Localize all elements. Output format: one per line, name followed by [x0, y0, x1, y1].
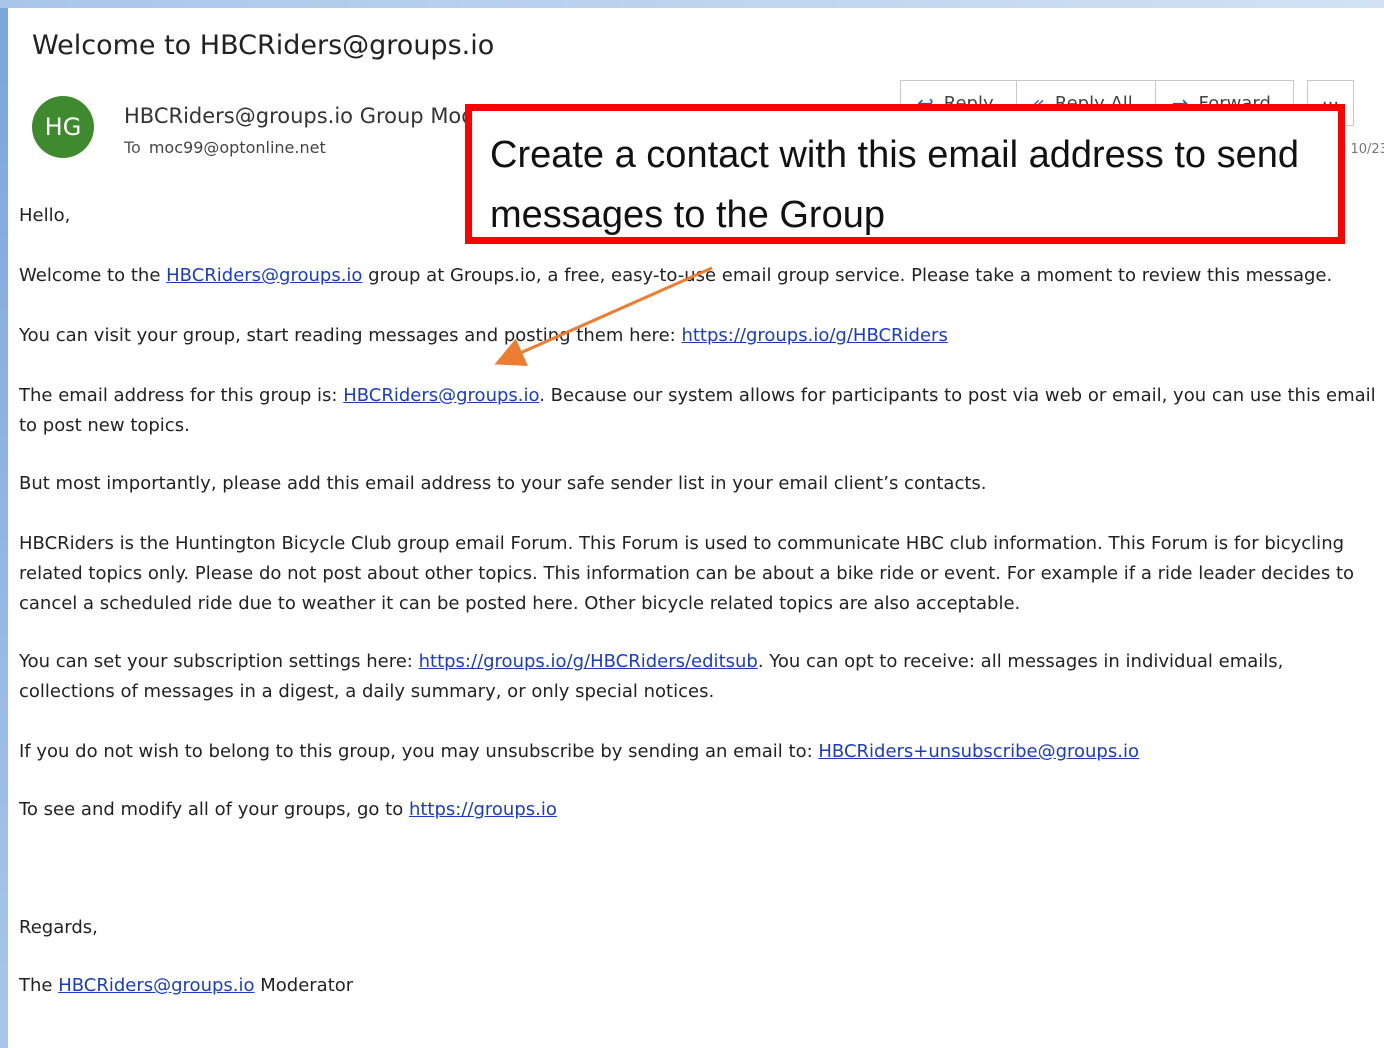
body-paragraph-email-address: The email address for this group is: HBC…: [19, 381, 1379, 441]
body-paragraph-visit: You can visit your group, start reading …: [19, 321, 948, 351]
text: If you do not wish to belong to this gro…: [19, 741, 819, 762]
text: Moderator: [254, 975, 354, 996]
group-email-link[interactable]: HBCRiders@groups.io: [166, 265, 362, 286]
to-label: To: [124, 138, 141, 157]
recipient-address[interactable]: moc99@optonline.net: [149, 138, 326, 157]
greeting: Hello,: [19, 205, 71, 226]
text: group at Groups.io, a free, easy-to-use …: [362, 265, 1333, 286]
text: To see and modify all of your groups, go…: [19, 799, 409, 820]
edit-subscription-link[interactable]: https://groups.io/g/HBCRiders/editsub: [419, 651, 758, 672]
signature: The HBCRiders@groups.io Moderator: [19, 971, 353, 1001]
body-paragraph-forum: HBCRiders is the Huntington Bicycle Club…: [19, 533, 1355, 614]
unsubscribe-link[interactable]: HBCRiders+unsubscribe@groups.io: [818, 741, 1139, 762]
text: The: [19, 975, 59, 996]
body-paragraph-all-groups: To see and modify all of your groups, go…: [19, 795, 557, 825]
email-subject: Welcome to HBCRiders@groups.io: [32, 30, 495, 61]
slide-background-left: [0, 0, 8, 1048]
text: The email address for this group is:: [19, 385, 344, 406]
group-address-link[interactable]: HBCRiders@groups.io: [343, 385, 539, 406]
text: You can set your subscription settings h…: [19, 651, 419, 672]
body-paragraph-unsubscribe: If you do not wish to belong to this gro…: [19, 737, 1139, 767]
groups-home-link[interactable]: https://groups.io: [409, 799, 557, 820]
sender-avatar: HG: [32, 96, 94, 158]
group-url-link[interactable]: https://groups.io/g/HBCRiders: [681, 325, 947, 346]
signature-group-link[interactable]: HBCRiders@groups.io: [58, 975, 254, 996]
body-paragraph-subscription: You can set your subscription settings h…: [19, 647, 1379, 707]
body-paragraph-safe-sender: But most importantly, please add this em…: [19, 473, 987, 494]
body-paragraph-welcome: Welcome to the HBCRiders@groups.io group…: [19, 261, 1332, 291]
avatar-initials: HG: [44, 113, 82, 141]
slide-background-top: [0, 0, 1384, 8]
text: Welcome to the: [19, 265, 167, 286]
closing: Regards,: [19, 917, 98, 938]
recipient-line: To moc99@optonline.net: [124, 138, 326, 157]
annotation-callout: Create a contact with this email address…: [465, 104, 1345, 244]
text: You can visit your group, start reading …: [19, 325, 682, 346]
